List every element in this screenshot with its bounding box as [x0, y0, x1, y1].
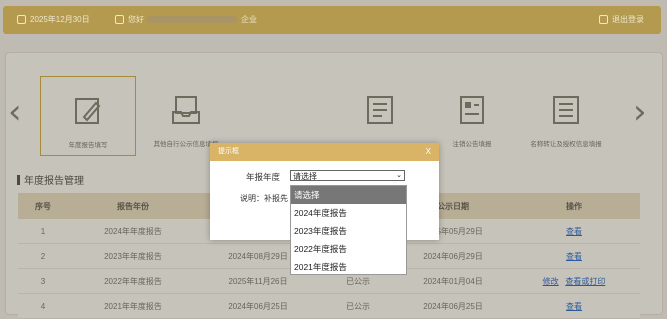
tile-name-transfer[interactable]: 名称转让及授权信息填报 [518, 76, 614, 156]
redacted-name [147, 16, 237, 23]
dialog-note: 说明：补报先 [240, 194, 288, 203]
calendar-icon [17, 15, 26, 24]
notice-icon [460, 96, 484, 124]
option-2022[interactable]: 2022年度报告 [291, 240, 406, 258]
view-link[interactable]: 查看 [508, 243, 640, 269]
next-arrow-icon[interactable]: › [633, 92, 647, 132]
inbox-icon [172, 96, 200, 124]
year-dropdown-list: 请选择 2024年度报告 2023年度报告 2022年度报告 2021年度报告 [290, 185, 407, 275]
top-bar: 2025年12月30日 您好 企业 退出登录 [3, 6, 661, 34]
edit-icon [75, 98, 101, 124]
user-icon [115, 15, 124, 24]
option-2021[interactable]: 2021年度报告 [291, 258, 406, 276]
close-icon[interactable]: X [426, 147, 431, 156]
option-2023[interactable]: 2023年度报告 [291, 222, 406, 240]
view-print-link[interactable]: 查看或打印 [565, 277, 605, 286]
table-row: 4 2021年年度报告 2024年06月25日 已公示 2024年06月25日 查看 [18, 293, 640, 319]
year-select[interactable]: 请选择 ⌄ [290, 170, 405, 181]
section-title: 年度报告管理 [17, 172, 84, 187]
document-icon [367, 96, 393, 124]
option-placeholder[interactable]: 请选择 [291, 186, 406, 204]
year-label: 年报年度 [246, 172, 281, 182]
logout-button[interactable]: 退出登录 [599, 14, 644, 25]
list-icon [553, 96, 579, 124]
tile-annual-report[interactable]: 年度报告填写 [40, 76, 136, 156]
welcome-display: 您好 企业 [115, 14, 257, 25]
option-2024[interactable]: 2024年度报告 [291, 204, 406, 222]
view-link[interactable]: 查看 [508, 293, 640, 319]
logout-icon [599, 15, 608, 24]
chevron-down-icon: ⌄ [396, 172, 402, 179]
dialog-title: 提示框 [210, 143, 439, 161]
prev-arrow-icon[interactable]: ‹ [8, 92, 22, 132]
date-display: 2025年12月30日 [17, 14, 90, 25]
view-link[interactable]: 查看 [508, 219, 640, 244]
edit-link[interactable]: 修改 [543, 277, 559, 286]
